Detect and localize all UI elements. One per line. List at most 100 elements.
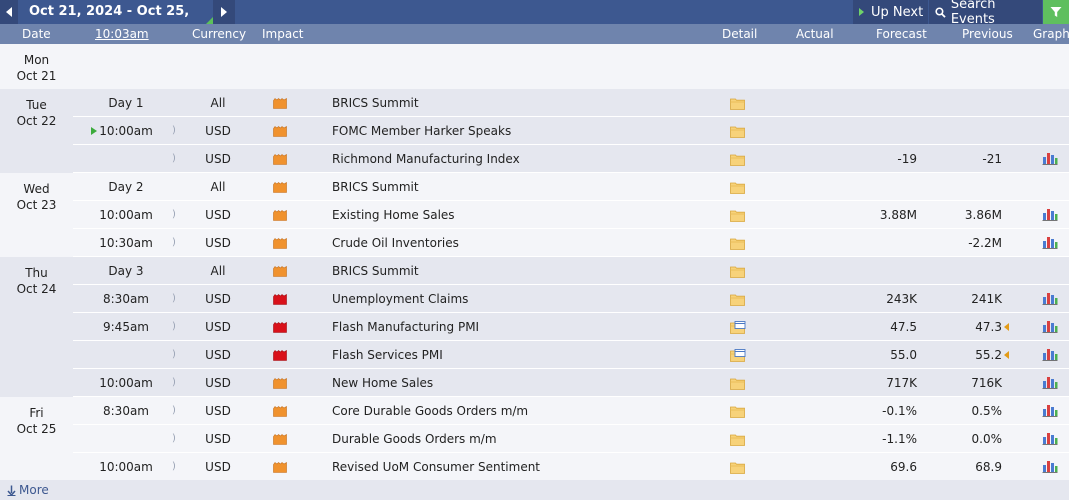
previous-week-button[interactable]	[0, 0, 18, 24]
detail-folder-icon[interactable]	[730, 433, 746, 446]
event-title[interactable]: Unemployment Claims	[332, 292, 468, 306]
event-row[interactable]: 9:45am) USD Flash Manufacturing PMI 47.5 47.…	[73, 313, 1069, 341]
event-forecast: 55.0	[890, 348, 917, 362]
event-row[interactable]: ) USD Flash Services PMI 55.0 55.2	[73, 341, 1069, 369]
alert-signal-icon[interactable]: )	[172, 153, 176, 164]
alert-signal-icon[interactable]: )	[172, 433, 176, 444]
bar-chart-icon[interactable]	[1042, 319, 1058, 333]
alert-signal-icon[interactable]: )	[172, 237, 176, 248]
detail-folder-icon[interactable]	[730, 97, 746, 110]
event-title[interactable]: Flash Manufacturing PMI	[332, 320, 479, 334]
event-title[interactable]: Durable Goods Orders m/m	[332, 432, 497, 446]
bar-chart-icon[interactable]	[1042, 347, 1058, 361]
event-title[interactable]: Revised UoM Consumer Sentiment	[332, 460, 540, 474]
detail-folder-icon[interactable]	[730, 181, 746, 194]
alert-signal-icon[interactable]: )	[172, 125, 176, 136]
table-footer: More	[0, 480, 1069, 500]
day-date: Oct 22	[16, 114, 57, 128]
event-previous: 0.5%	[971, 404, 1003, 418]
alert-signal-icon[interactable]: )	[172, 377, 176, 388]
event-title[interactable]: BRICS Summit	[332, 96, 419, 110]
day-group: Thu Oct 24 Day 3 All BRICS Summit 8:30am) USD U…	[0, 257, 1069, 397]
event-previous: 47.3	[975, 320, 1002, 334]
event-title[interactable]: New Home Sales	[332, 376, 433, 390]
detail-folder-calendar-icon[interactable]	[730, 321, 746, 334]
event-row[interactable]: ) USD Richmond Manufacturing Index -19 -21	[73, 145, 1069, 173]
filter-icon	[1050, 7, 1062, 17]
bar-chart-icon[interactable]	[1042, 431, 1058, 445]
event-time: Day 3	[108, 264, 144, 278]
col-currency: Currency	[192, 27, 247, 41]
current-time-link[interactable]: 10:03am	[95, 27, 149, 41]
day-cell: Wed Oct 23	[0, 173, 73, 257]
impact-high-icon	[273, 321, 287, 333]
alert-signal-icon[interactable]: )	[172, 293, 176, 304]
event-title[interactable]: Existing Home Sales	[332, 208, 455, 222]
event-row[interactable]: Day 2 All BRICS Summit	[73, 173, 1069, 201]
event-previous: -2.2M	[968, 236, 1002, 250]
up-next-button[interactable]: Up Next	[853, 0, 928, 24]
bar-chart-icon[interactable]	[1042, 459, 1058, 473]
arrow-left-icon	[6, 7, 12, 17]
bar-chart-icon[interactable]	[1042, 375, 1058, 389]
event-title[interactable]: BRICS Summit	[332, 264, 419, 278]
event-title[interactable]: BRICS Summit	[332, 180, 419, 194]
event-row[interactable]: ) USD Durable Goods Orders m/m -1.1% 0.0%	[73, 425, 1069, 453]
filter-button[interactable]	[1043, 0, 1069, 24]
event-currency: USD	[205, 320, 231, 334]
event-title[interactable]: Crude Oil Inventories	[332, 236, 459, 250]
event-row[interactable]: Day 1 All BRICS Summit	[73, 89, 1069, 117]
search-events-button[interactable]: Search Events	[929, 0, 1042, 27]
col-detail: Detail	[722, 27, 758, 41]
bar-chart-icon[interactable]	[1042, 207, 1058, 221]
detail-folder-icon[interactable]	[730, 237, 746, 250]
detail-folder-icon[interactable]	[730, 377, 746, 390]
detail-folder-icon[interactable]	[730, 405, 746, 418]
detail-folder-calendar-icon[interactable]	[730, 349, 746, 362]
event-previous: 716K	[971, 376, 1002, 390]
alert-signal-icon[interactable]: )	[172, 209, 176, 220]
col-forecast: Forecast	[876, 27, 927, 41]
alert-signal-icon[interactable]: )	[172, 461, 176, 472]
event-row[interactable]: Day 3 All BRICS Summit	[73, 257, 1069, 285]
event-title[interactable]: Core Durable Goods Orders m/m	[332, 404, 528, 418]
day-date: Oct 23	[16, 198, 57, 212]
bar-chart-icon[interactable]	[1042, 403, 1058, 417]
detail-folder-icon[interactable]	[730, 461, 746, 474]
event-currency: USD	[205, 432, 231, 446]
col-graph: Graph	[1033, 27, 1069, 41]
detail-folder-icon[interactable]	[730, 209, 746, 222]
alert-signal-icon[interactable]: )	[172, 405, 176, 416]
event-title[interactable]: Flash Services PMI	[332, 348, 443, 362]
day-date: Oct 25	[16, 422, 57, 436]
event-row[interactable]: 10:00am) USD FOMC Member Harker Speaks	[73, 117, 1069, 145]
event-row[interactable]: 10:30am) USD Crude Oil Inventories -2.2M	[73, 229, 1069, 257]
event-row[interactable]: 10:00am) USD New Home Sales 717K 716K	[73, 369, 1069, 397]
date-range-selector[interactable]: Oct 21, 2024 - Oct 25, 2024	[18, 0, 213, 43]
event-forecast: -0.1%	[882, 404, 917, 418]
alert-signal-icon[interactable]: )	[172, 349, 176, 360]
detail-folder-icon[interactable]	[730, 265, 746, 278]
event-currency: USD	[205, 348, 231, 362]
impact-high-icon	[273, 349, 287, 361]
impact-medium-icon	[273, 461, 287, 473]
event-title[interactable]: Richmond Manufacturing Index	[332, 152, 520, 166]
bar-chart-icon[interactable]	[1042, 235, 1058, 249]
event-currency: USD	[205, 236, 231, 250]
alert-signal-icon[interactable]: )	[172, 321, 176, 332]
detail-folder-icon[interactable]	[730, 153, 746, 166]
detail-folder-icon[interactable]	[730, 125, 746, 138]
bar-chart-icon[interactable]	[1042, 151, 1058, 165]
more-link[interactable]: More	[7, 483, 49, 497]
next-week-button[interactable]	[213, 0, 235, 24]
event-row[interactable]: 10:00am) USD Existing Home Sales 3.88M 3.86M	[73, 201, 1069, 229]
day-of-week: Thu	[25, 266, 48, 280]
event-row[interactable]: 8:30am) USD Unemployment Claims 243K 241K	[73, 285, 1069, 313]
search-events-label: Search Events	[950, 0, 996, 27]
detail-folder-icon[interactable]	[730, 293, 746, 306]
event-title[interactable]: FOMC Member Harker Speaks	[332, 124, 511, 138]
event-row[interactable]: 8:30am) USD Core Durable Goods Orders m/m -…	[73, 397, 1069, 425]
bar-chart-icon[interactable]	[1042, 291, 1058, 305]
col-actual: Actual	[796, 27, 834, 41]
event-row[interactable]: 10:00am) USD Revised UoM Consumer Sentimen…	[73, 453, 1069, 481]
